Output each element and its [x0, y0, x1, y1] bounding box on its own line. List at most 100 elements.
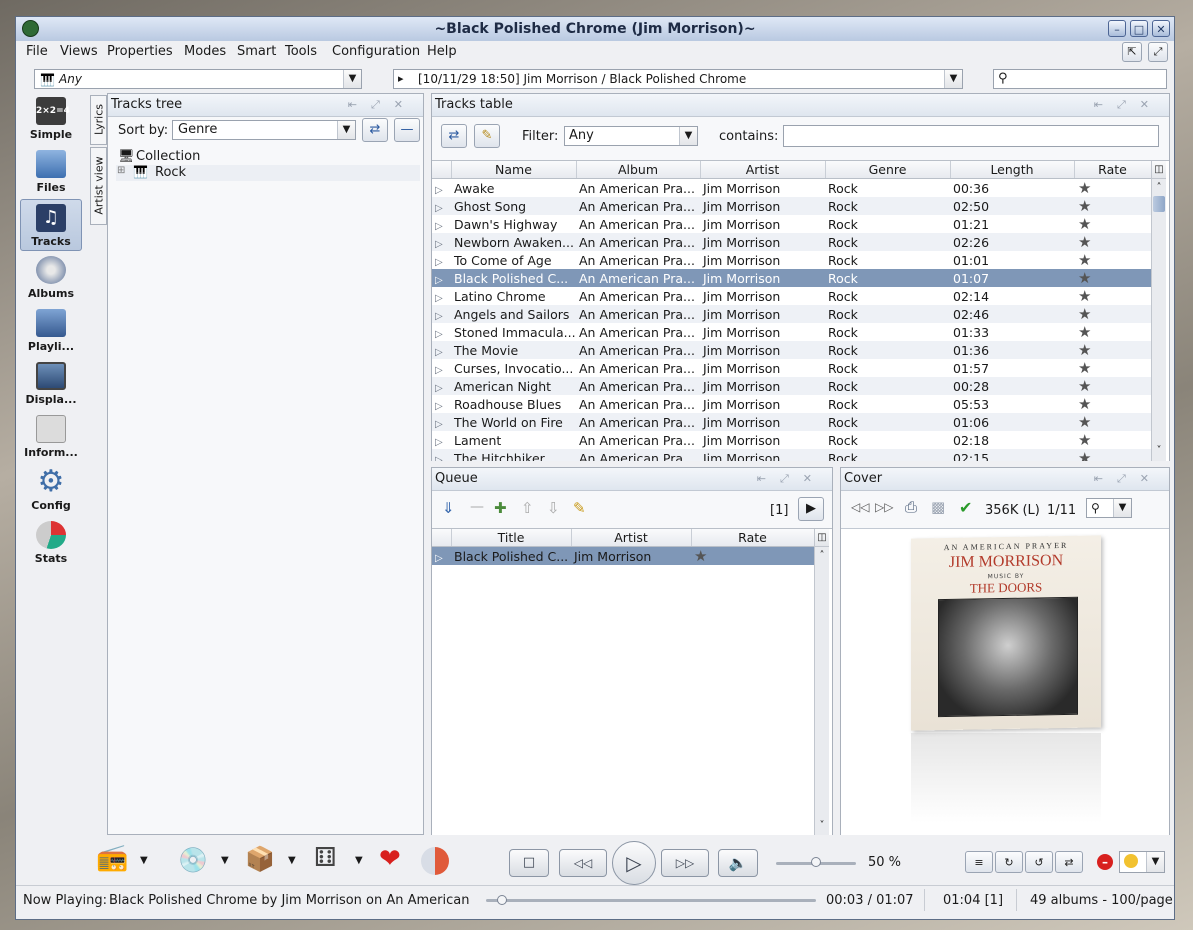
rating-star-icon[interactable]: ★	[1074, 341, 1151, 359]
mode-repeat-icon[interactable]: ↻	[995, 851, 1023, 873]
play-icon[interactable]: ▷	[432, 323, 451, 341]
nav-playlists[interactable]: Playli...	[20, 305, 82, 357]
tree-item-collection[interactable]: 🖥 Collection	[116, 149, 422, 165]
menu-properties[interactable]: Properties	[107, 44, 173, 59]
play-button[interactable]: ▷	[612, 841, 656, 885]
menu-tools[interactable]: Tools	[285, 44, 317, 59]
forward-button[interactable]: ▷▷	[661, 849, 709, 877]
column-name[interactable]: Name	[451, 161, 577, 179]
table-row[interactable]: ▷ Newborn Awaken... An American Pra... Jim …	[432, 233, 1151, 251]
move-up-icon[interactable]: ⇧	[521, 499, 534, 517]
turntable-icon[interactable]: 💿	[178, 846, 208, 874]
sync-table-button[interactable]: ⇄	[441, 124, 467, 148]
play-icon[interactable]: ▷	[432, 359, 451, 377]
table-row[interactable]: ▷ Angels and Sailors An American Pra... Jim…	[432, 305, 1151, 323]
table-row[interactable]: ▷ Dawn's Highway An American Pra... Jim Mor…	[432, 215, 1151, 233]
menu-views[interactable]: Views	[60, 44, 98, 59]
column-artist[interactable]: Artist	[700, 161, 826, 179]
table-row[interactable]: ▷ American Night An American Pra... Jim Mor…	[432, 377, 1151, 395]
table-row[interactable]: ▷ The Hitchhiker An American Pra... Jim Mor…	[432, 449, 1151, 461]
expand-icon[interactable]: ⊞	[117, 165, 125, 176]
column-play[interactable]	[432, 529, 452, 547]
play-icon[interactable]: ▷	[432, 305, 451, 323]
play-icon[interactable]: ▷	[432, 287, 451, 305]
rating-star-icon[interactable]: ★	[1074, 251, 1151, 269]
column-length[interactable]: Length	[950, 161, 1075, 179]
table-row[interactable]: ▷ Latino Chrome An American Pra... Jim Morr…	[432, 287, 1151, 305]
nav-albums[interactable]: Albums	[20, 252, 82, 304]
cover-search-combo[interactable]: ⚲ ▼	[1086, 498, 1132, 518]
heart-icon[interactable]: ❤	[379, 844, 401, 874]
dice-icon[interactable]: ⚅	[314, 843, 337, 873]
volume-icon[interactable]: 🔈	[718, 849, 758, 877]
clear-queue-icon[interactable]: ✎	[573, 499, 586, 517]
tab-artist-view[interactable]: Artist view	[90, 147, 107, 225]
play-icon[interactable]: ▷	[432, 449, 451, 461]
move-down-icon[interactable]: ⇩	[547, 499, 560, 517]
scroll-thumb[interactable]	[1153, 196, 1165, 212]
rating-star-icon[interactable]: ★	[1074, 413, 1151, 431]
rating-star-icon[interactable]: ★	[1074, 287, 1151, 305]
nav-display[interactable]: Displa...	[20, 358, 82, 410]
menu-file[interactable]: File	[26, 44, 48, 59]
column-title[interactable]: Title	[451, 529, 572, 547]
table-row[interactable]: ▷ Curses, Invocatio... An American Pra... J…	[432, 359, 1151, 377]
column-artist[interactable]: Artist	[571, 529, 692, 547]
rating-star-icon[interactable]: ★	[1074, 179, 1151, 198]
tracks-scrollbar[interactable]: ◫ ˄ ˅	[1151, 161, 1166, 461]
menu-help[interactable]: Help	[427, 44, 457, 59]
column-genre[interactable]: Genre	[825, 161, 951, 179]
mode-repeat-all-icon[interactable]: ↺	[1025, 851, 1053, 873]
tab-lyrics[interactable]: Lyrics	[90, 95, 107, 145]
column-play[interactable]	[432, 161, 452, 179]
chevron-down-icon[interactable]: ▼	[679, 127, 697, 145]
chevron-down-icon[interactable]: ▼	[1146, 852, 1164, 872]
rating-star-icon[interactable]: ★	[1074, 215, 1151, 233]
column-album[interactable]: Album	[576, 161, 701, 179]
rating-star-icon[interactable]: ★	[1074, 233, 1151, 251]
nav-files[interactable]: Files	[20, 146, 82, 198]
checkmark-icon[interactable]: ✔	[959, 498, 972, 517]
rating-star-icon[interactable]: ★	[1074, 305, 1151, 323]
scroll-up-icon[interactable]: ˄	[1152, 179, 1166, 196]
rating-star-icon[interactable]: ★	[1074, 269, 1151, 287]
queue-add-icon[interactable]: ✚	[494, 499, 507, 517]
volume-slider[interactable]	[776, 857, 856, 867]
column-rate[interactable]: Rate	[1074, 161, 1152, 179]
play-icon[interactable]: ▷	[432, 377, 451, 395]
scroll-down-icon[interactable]: ˅	[1152, 442, 1166, 459]
ambience-combo[interactable]: 🎹 Any ▼	[34, 69, 362, 89]
scroll-up-icon[interactable]: ˄	[815, 547, 829, 564]
mood-combo[interactable]: ▼	[1119, 851, 1165, 873]
sort-combo[interactable]: Genre ▼	[172, 120, 356, 140]
next-cover-icon[interactable]: ▷▷	[875, 500, 893, 514]
table-row[interactable]: ▷ Lament An American Pra... Jim Morrison Roc…	[432, 431, 1151, 449]
rating-star-icon[interactable]: ★	[1074, 395, 1151, 413]
volume-slider-knob[interactable]	[811, 857, 821, 867]
edit-button[interactable]: ✎	[474, 124, 500, 148]
box-icon[interactable]: 📦	[245, 845, 275, 873]
nav-config[interactable]: ⚙ Config	[20, 464, 82, 516]
nav-tracks[interactable]: ♫ Tracks	[20, 199, 82, 251]
nav-information[interactable]: Inform...	[20, 411, 82, 463]
print-icon[interactable]: ⎙	[905, 498, 917, 516]
table-row[interactable]: ▷ Awake An American Pra... Jim Morrison Rock…	[432, 179, 1151, 198]
table-row[interactable]: ▷ To Come of Age An American Pra... Jim Mor…	[432, 251, 1151, 269]
sync-tree-button[interactable]: ⇄	[362, 118, 388, 142]
rating-star-icon[interactable]: ★	[691, 546, 814, 565]
rewind-button[interactable]: ◁◁	[559, 849, 607, 877]
panel-controls-icon[interactable]: ⇤⤢✕	[757, 468, 826, 490]
queue-scrollbar[interactable]: ◫ ˄ ˅	[814, 529, 829, 835]
play-icon[interactable]: ▷	[432, 431, 451, 449]
rating-star-icon[interactable]: ★	[1074, 377, 1151, 395]
nav-stats[interactable]: Stats	[20, 517, 82, 569]
position-slider[interactable]	[486, 895, 816, 905]
continue-icon[interactable]	[421, 847, 449, 875]
play-icon[interactable]: ▷	[432, 395, 451, 413]
nav-simple[interactable]: 2×2=4 Simple	[20, 93, 82, 145]
play-icon[interactable]: ▷	[432, 546, 451, 565]
webradio-icon[interactable]: 📻	[96, 843, 128, 873]
previous-cover-icon[interactable]: ◁◁	[851, 500, 869, 514]
table-row[interactable]: ▷ Stoned Immacula... An American Pra... Jim…	[432, 323, 1151, 341]
chevron-down-icon[interactable]: ▼	[221, 855, 229, 866]
